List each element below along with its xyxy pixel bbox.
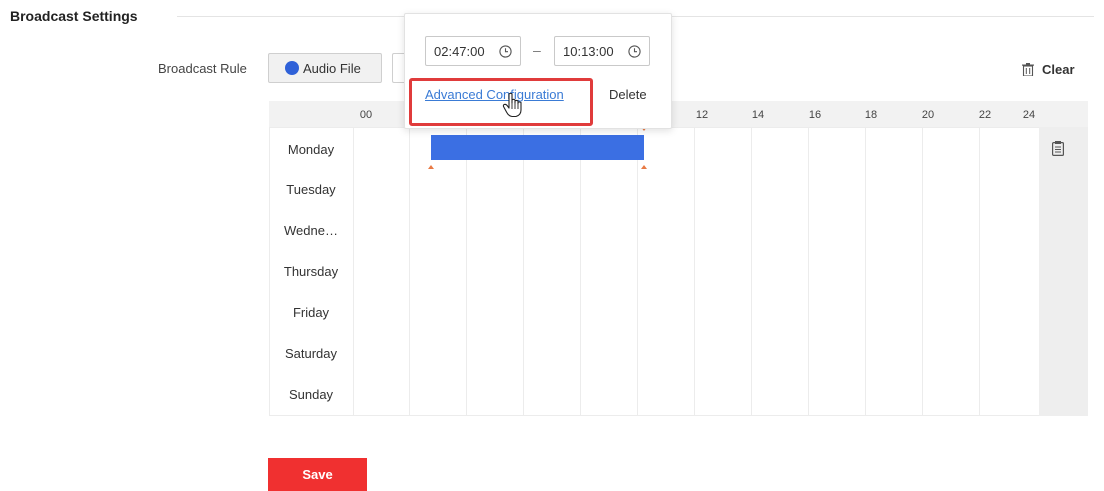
- clear-button[interactable]: Clear: [1022, 62, 1075, 77]
- day-label-friday: Friday: [292, 305, 330, 320]
- clock-icon: [628, 45, 641, 58]
- grid-line: [922, 127, 923, 416]
- trash-icon: [1022, 63, 1034, 76]
- day-label-saturday: Saturday: [284, 346, 338, 361]
- hour-label: 20: [921, 109, 935, 121]
- broadcast-rule-label: Broadcast Rule: [158, 61, 247, 76]
- grid-line: [865, 127, 866, 416]
- clock-icon: [499, 45, 512, 58]
- day-label-monday: Monday: [287, 142, 335, 157]
- start-time-input[interactable]: 02:47:00: [425, 36, 521, 66]
- schedule-grid[interactable]: 00 12 14 16 18 20 22 24 Monday Tuesday W…: [269, 101, 1088, 416]
- clear-label: Clear: [1042, 62, 1075, 77]
- copy-icon[interactable]: [1052, 141, 1064, 156]
- delete-button[interactable]: Delete: [609, 87, 647, 102]
- grid-line: [580, 127, 581, 416]
- time-separator: –: [533, 42, 541, 58]
- copy-column: [1039, 127, 1088, 416]
- end-time-value: 10:13:00: [563, 43, 614, 59]
- grid-line: [409, 127, 410, 416]
- hour-label: 24: [1022, 109, 1036, 121]
- hour-label: 14: [751, 109, 765, 121]
- grid-line: [751, 127, 752, 416]
- audio-file-color-dot: [285, 61, 299, 75]
- day-label-sunday: Sunday: [288, 387, 334, 402]
- grid-line: [523, 127, 524, 416]
- grid-line: [979, 127, 980, 416]
- save-button[interactable]: Save: [268, 458, 367, 491]
- hour-header: 00 12 14 16 18 20 22 24: [269, 101, 1088, 127]
- schedule-bar-monday[interactable]: [431, 135, 644, 160]
- bar-end-handle[interactable]: [641, 165, 647, 169]
- grid-line: [353, 127, 354, 416]
- section-title: Broadcast Settings: [10, 8, 138, 24]
- hour-label: 12: [695, 109, 709, 121]
- grid-line: [694, 127, 695, 416]
- hour-label: 18: [864, 109, 878, 121]
- bar-start-handle[interactable]: [428, 165, 434, 169]
- grid-line: [808, 127, 809, 416]
- audio-file-button[interactable]: Audio File: [268, 53, 382, 83]
- advanced-configuration-link[interactable]: Advanced Configuration: [425, 87, 564, 102]
- schedule-body[interactable]: [269, 127, 1039, 416]
- hour-label: 00: [359, 109, 373, 121]
- grid-line: [466, 127, 467, 416]
- hand-cursor-icon: [502, 92, 522, 118]
- day-label-tuesday: Tuesday: [286, 182, 336, 197]
- time-edit-popup: 02:47:00 – 10:13:00 Advanced Configurati…: [404, 13, 672, 129]
- day-label-thursday: Thursday: [283, 264, 339, 279]
- hour-label: 16: [808, 109, 822, 121]
- day-label-wednesday: Wedne…: [284, 223, 338, 238]
- audio-file-label: Audio File: [303, 60, 361, 76]
- start-time-value: 02:47:00: [434, 43, 485, 59]
- hour-label: 22: [978, 109, 992, 121]
- end-time-input[interactable]: 10:13:00: [554, 36, 650, 66]
- grid-line: [637, 127, 638, 416]
